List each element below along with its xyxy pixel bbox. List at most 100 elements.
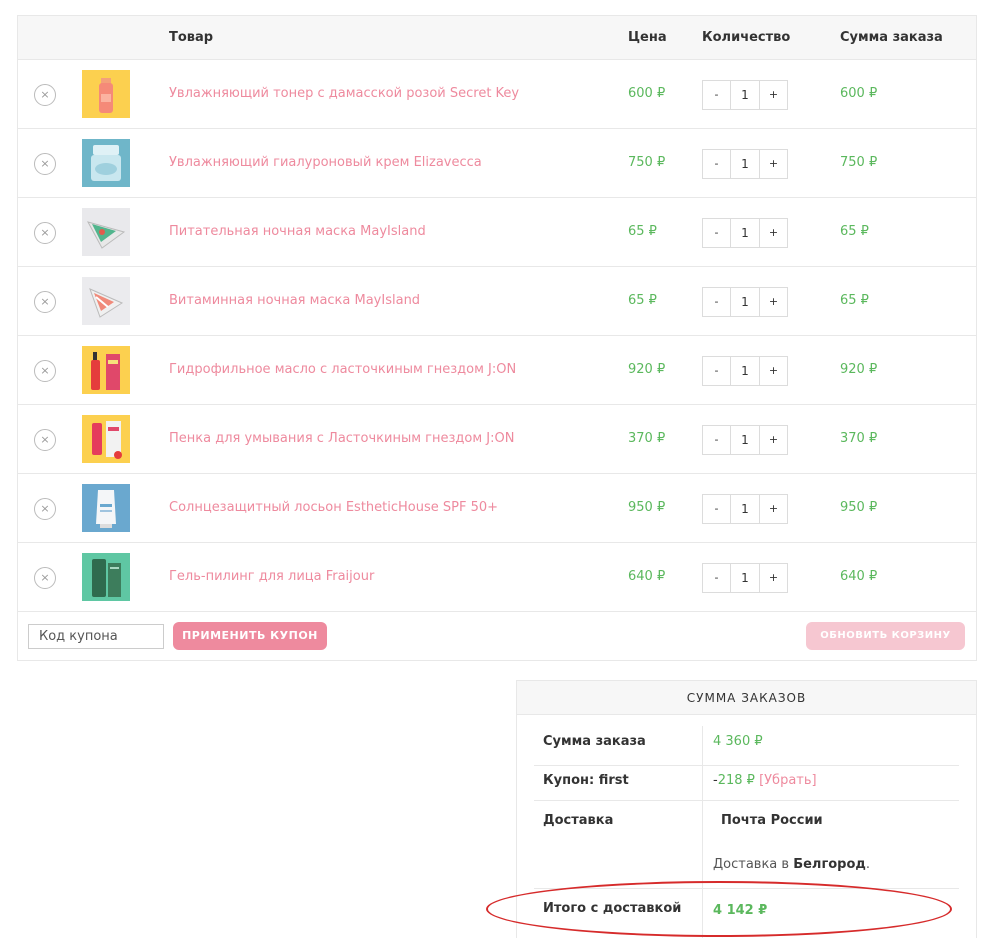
remove-item-button[interactable]: ×: [34, 222, 56, 244]
totals-grand-row: Итого с доставкой 4 142 ₽: [534, 889, 959, 938]
product-link[interactable]: Увлажняющий тонер с дамасской розой Secr…: [169, 86, 519, 101]
qty-input[interactable]: 1: [731, 81, 759, 109]
header-subtotal: Сумма заказа: [840, 30, 943, 45]
cart-totals-title: СУММА ЗАКАЗОВ: [517, 681, 976, 715]
qty-increase-button[interactable]: +: [759, 495, 787, 523]
header-product: Товар: [169, 30, 214, 45]
remove-coupon-link[interactable]: [Убрать]: [759, 773, 817, 788]
remove-item-button[interactable]: ×: [34, 291, 56, 313]
product-price: 370 ₽: [628, 431, 666, 446]
product-link[interactable]: Гель-пилинг для лица Fraijour: [169, 569, 374, 584]
product-link[interactable]: Пенка для умывания с Ласточкиным гнездом…: [169, 431, 514, 446]
product-subtotal: 65 ₽: [840, 293, 869, 308]
qty-increase-button[interactable]: +: [759, 357, 787, 385]
cart-table-header: Товар Цена Количество Сумма заказа: [18, 16, 976, 60]
product-subtotal: 65 ₽: [840, 224, 869, 239]
qty-decrease-button[interactable]: -: [703, 81, 731, 109]
cart-row: × Питательная ночная маска MayIsland 65 …: [18, 198, 976, 267]
product-thumbnail[interactable]: [82, 277, 130, 325]
qty-increase-button[interactable]: +: [759, 288, 787, 316]
cart-row: × Увлажняющий тонер с дамасской розой Se…: [18, 60, 976, 129]
totals-grand-value: 4 142 ₽: [713, 903, 768, 918]
shipping-method: Почта России: [721, 813, 823, 828]
product-subtotal: 750 ₽: [840, 155, 878, 170]
product-link[interactable]: Солнцезащитный лосьон EstheticHouse SPF …: [169, 500, 498, 515]
qty-increase-button[interactable]: +: [759, 219, 787, 247]
product-subtotal: 600 ₽: [840, 86, 878, 101]
remove-item-button[interactable]: ×: [34, 498, 56, 520]
cart-table: Товар Цена Количество Сумма заказа × Увл…: [17, 15, 977, 661]
shipping-destination: Доставка в Белгород.: [713, 857, 870, 872]
product-link[interactable]: Гидрофильное масло с ласточкиным гнездом…: [169, 362, 516, 377]
qty-decrease-button[interactable]: -: [703, 219, 731, 247]
product-subtotal: 640 ₽: [840, 569, 878, 584]
qty-increase-button[interactable]: +: [759, 81, 787, 109]
quantity-stepper: - 1 +: [702, 80, 788, 110]
qty-input[interactable]: 1: [731, 426, 759, 454]
totals-grand-label: Итого с доставкой: [543, 901, 682, 916]
cart-row: × Гидрофильное масло с ласточкиным гнезд…: [18, 336, 976, 405]
remove-item-button[interactable]: ×: [34, 567, 56, 589]
qty-decrease-button[interactable]: -: [703, 357, 731, 385]
remove-item-button[interactable]: ×: [34, 360, 56, 382]
product-thumbnail[interactable]: [82, 484, 130, 532]
qty-decrease-button[interactable]: -: [703, 288, 731, 316]
totals-subtotal-row: Сумма заказа 4 360 ₽: [534, 726, 959, 766]
shipping-city: Белгород: [793, 857, 866, 872]
totals-coupon-label: Купон: first: [543, 773, 629, 788]
product-thumbnail[interactable]: [82, 553, 130, 601]
product-price: 750 ₽: [628, 155, 666, 170]
product-price: 600 ₽: [628, 86, 666, 101]
product-thumbnail[interactable]: [82, 346, 130, 394]
product-link[interactable]: Увлажняющий гиалуроновый крем Elizavecca: [169, 155, 482, 170]
product-link[interactable]: Витаминная ночная маска MayIsland: [169, 293, 420, 308]
product-thumbnail[interactable]: [82, 415, 130, 463]
quantity-stepper: - 1 +: [702, 425, 788, 455]
cart-row: × Витаминная ночная маска MayIsland 65 ₽…: [18, 267, 976, 336]
quantity-stepper: - 1 +: [702, 149, 788, 179]
qty-increase-button[interactable]: +: [759, 564, 787, 592]
totals-subtotal-label: Сумма заказа: [543, 734, 646, 749]
product-price: 640 ₽: [628, 569, 666, 584]
cart-actions: ПРИМЕНИТЬ КУПОН ОБНОВИТЬ КОРЗИНУ: [18, 612, 976, 661]
totals-coupon-value: -218 ₽ [Убрать]: [713, 773, 817, 788]
qty-decrease-button[interactable]: -: [703, 426, 731, 454]
shipping-destination-prefix: Доставка в: [713, 857, 794, 872]
qty-input[interactable]: 1: [731, 564, 759, 592]
qty-decrease-button[interactable]: -: [703, 564, 731, 592]
remove-item-button[interactable]: ×: [34, 153, 56, 175]
apply-coupon-button[interactable]: ПРИМЕНИТЬ КУПОН: [173, 622, 327, 650]
qty-increase-button[interactable]: +: [759, 426, 787, 454]
remove-item-button[interactable]: ×: [34, 429, 56, 451]
qty-decrease-button[interactable]: -: [703, 150, 731, 178]
product-thumbnail[interactable]: [82, 208, 130, 256]
product-thumbnail[interactable]: [82, 139, 130, 187]
update-cart-button[interactable]: ОБНОВИТЬ КОРЗИНУ: [806, 622, 965, 650]
quantity-stepper: - 1 +: [702, 494, 788, 524]
product-subtotal: 920 ₽: [840, 362, 878, 377]
quantity-stepper: - 1 +: [702, 356, 788, 386]
quantity-stepper: - 1 +: [702, 563, 788, 593]
qty-increase-button[interactable]: +: [759, 150, 787, 178]
product-price: 950 ₽: [628, 500, 666, 515]
coupon-code-input[interactable]: [28, 624, 164, 649]
product-link[interactable]: Питательная ночная маска MayIsland: [169, 224, 426, 239]
header-quantity: Количество: [702, 30, 791, 45]
remove-item-button[interactable]: ×: [34, 84, 56, 106]
qty-input[interactable]: 1: [731, 357, 759, 385]
qty-input[interactable]: 1: [731, 495, 759, 523]
product-price: 65 ₽: [628, 224, 657, 239]
quantity-stepper: - 1 +: [702, 218, 788, 248]
qty-decrease-button[interactable]: -: [703, 495, 731, 523]
qty-input[interactable]: 1: [731, 150, 759, 178]
totals-subtotal-value: 4 360 ₽: [713, 734, 763, 749]
cart-row: × Солнцезащитный лосьон EstheticHouse SP…: [18, 474, 976, 543]
header-price: Цена: [628, 30, 667, 45]
totals-coupon-row: Купон: first -218 ₽ [Убрать]: [534, 766, 959, 801]
coupon-discount-amount: 218 ₽: [717, 773, 755, 788]
product-subtotal: 370 ₽: [840, 431, 878, 446]
product-thumbnail[interactable]: [82, 70, 130, 118]
qty-input[interactable]: 1: [731, 288, 759, 316]
qty-input[interactable]: 1: [731, 219, 759, 247]
quantity-stepper: - 1 +: [702, 287, 788, 317]
